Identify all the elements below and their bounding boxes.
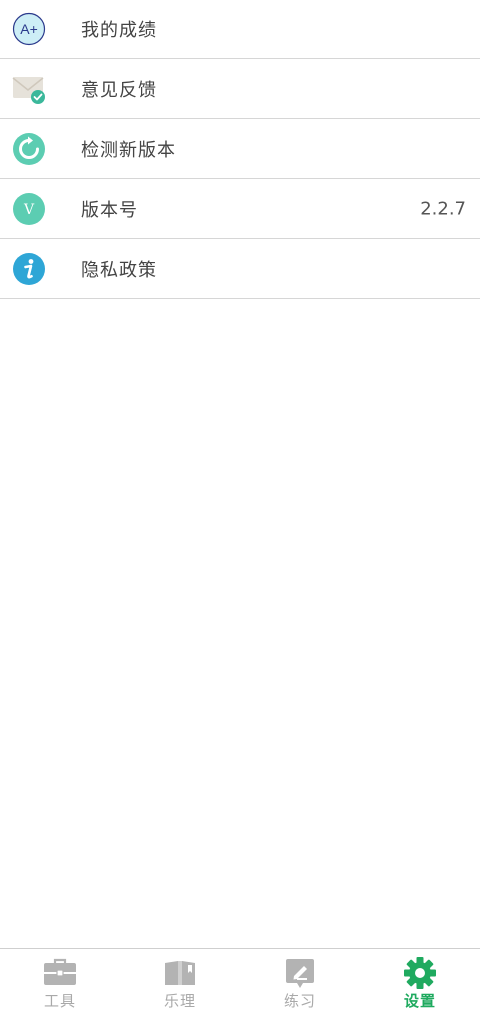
tab-label: 练习 xyxy=(283,992,316,1010)
settings-item-feedback[interactable]: 意见反馈 xyxy=(0,59,480,119)
settings-item-label: 版本号 xyxy=(81,199,138,221)
svg-text:V: V xyxy=(23,202,35,218)
settings-item-label: 我的成绩 xyxy=(81,20,157,41)
version-number: 2.2.7 xyxy=(420,198,466,219)
tab-tools[interactable]: 工具 xyxy=(0,949,120,1016)
settings-item-label: 隐私政策 xyxy=(81,259,157,281)
info-icon xyxy=(12,252,46,286)
tab-practice[interactable]: 练习 xyxy=(240,949,360,1016)
version-v-icon: V xyxy=(12,192,46,226)
tab-settings[interactable]: 设置 xyxy=(360,949,480,1016)
bottom-tab-bar: 工具 乐理 练习 设置 xyxy=(0,948,480,1016)
settings-item-privacy-policy[interactable]: 隐私政策 xyxy=(0,239,480,299)
settings-item-label: 意见反馈 xyxy=(81,79,157,101)
settings-item-version: V 版本号 2.2.7 xyxy=(0,179,480,239)
mail-check-icon xyxy=(12,72,46,106)
toolbox-icon xyxy=(43,957,77,989)
grade-a-plus-icon: A+ xyxy=(12,12,46,46)
tab-label: 设置 xyxy=(403,992,436,1010)
settings-item-my-grades[interactable]: A+ 我的成绩 xyxy=(0,0,480,59)
settings-list: A+ 我的成绩 意见反馈 检测新版本 V 版本号 2.2.7 隐私政策 xyxy=(0,0,480,299)
practice-pen-icon xyxy=(283,957,317,989)
book-icon xyxy=(163,957,197,989)
settings-item-label: 检测新版本 xyxy=(81,139,176,161)
tab-label: 乐理 xyxy=(163,992,196,1010)
gear-icon xyxy=(403,957,437,989)
tab-label: 工具 xyxy=(43,992,76,1010)
refresh-icon xyxy=(12,132,46,166)
tab-music-theory[interactable]: 乐理 xyxy=(120,949,240,1016)
svg-text:A+: A+ xyxy=(20,21,38,37)
settings-screen: A+ 我的成绩 意见反馈 检测新版本 V 版本号 2.2.7 隐私政策 工具 乐… xyxy=(0,0,480,1016)
settings-item-check-update[interactable]: 检测新版本 xyxy=(0,119,480,179)
